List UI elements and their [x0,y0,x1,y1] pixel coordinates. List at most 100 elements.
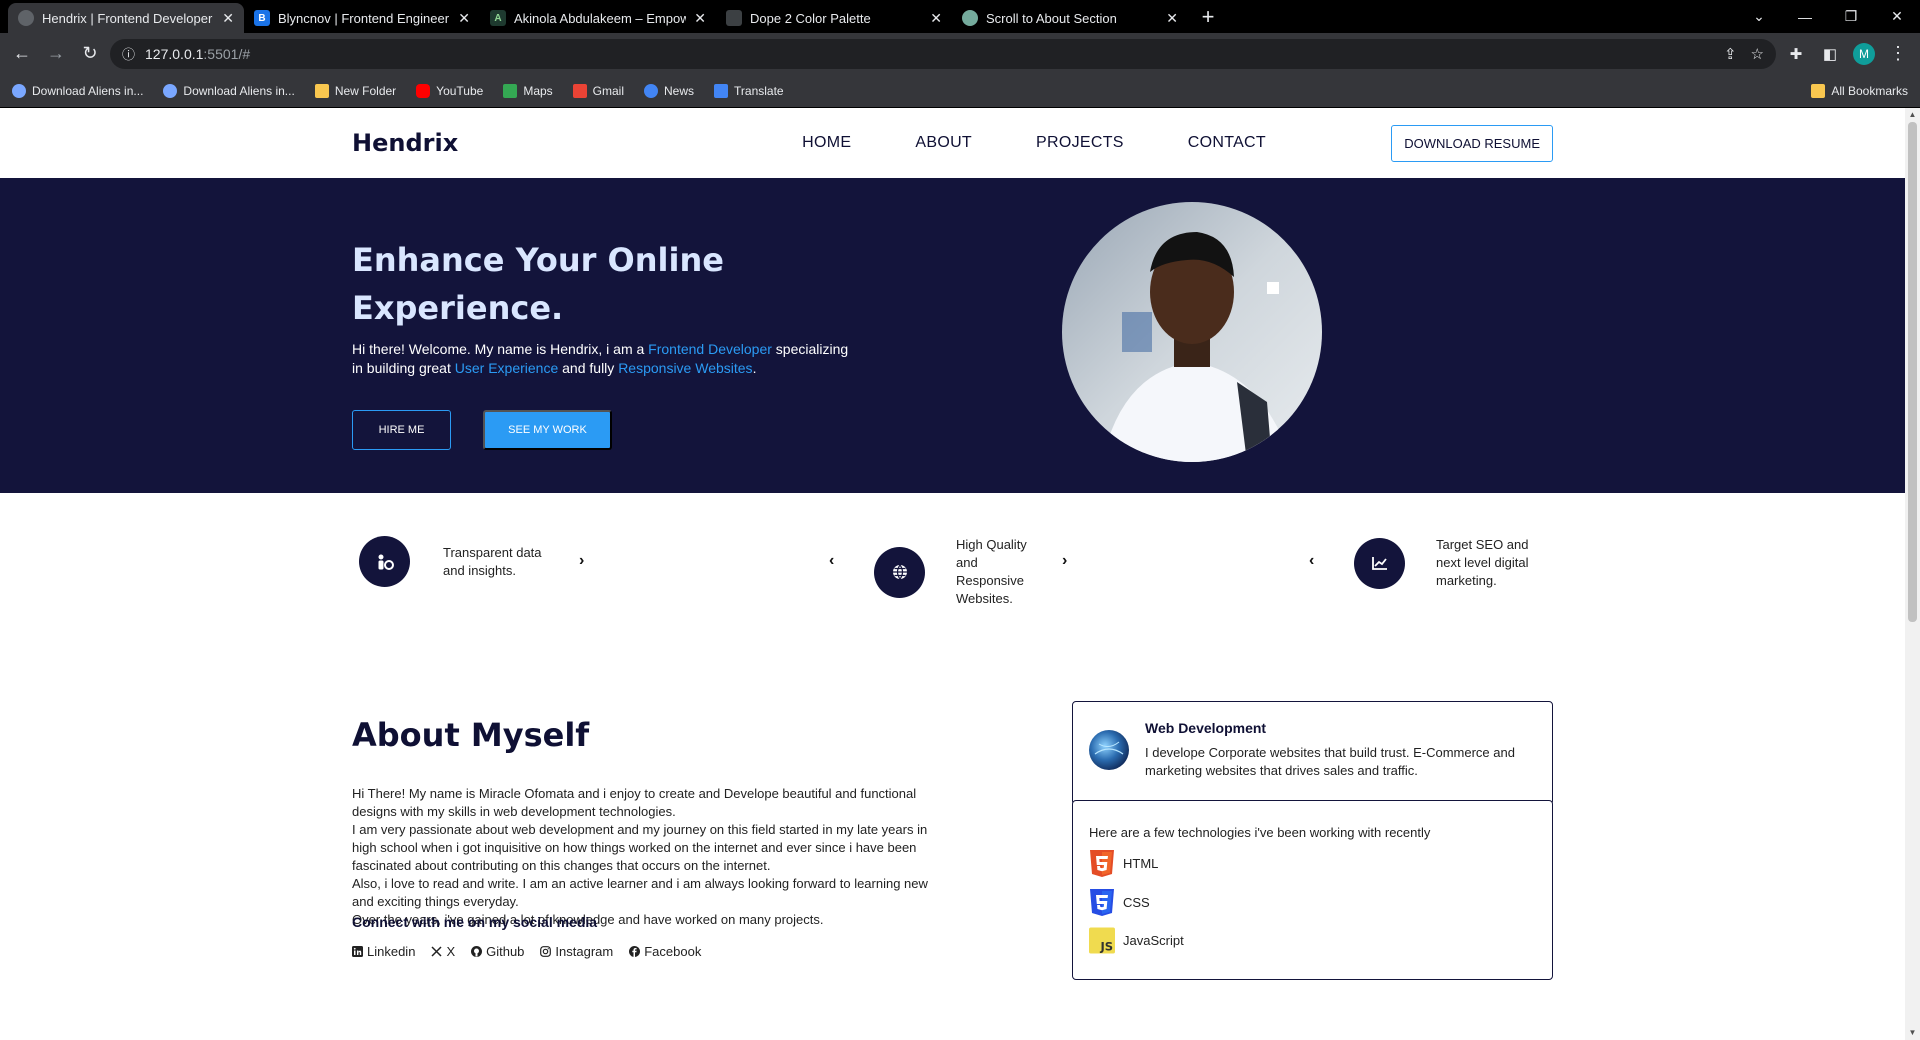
chevron-right-icon[interactable]: › [579,552,584,570]
app-icon [12,83,26,98]
window-close-icon[interactable]: ✕ [1874,0,1920,33]
tab-search-icon[interactable]: ⌄ [1736,0,1782,33]
close-icon[interactable]: ✕ [458,10,470,27]
bookmark-item[interactable]: Translate [714,83,784,98]
new-tab-button[interactable]: + [1194,3,1222,31]
nav-link-about[interactable]: ABOUT [915,134,972,152]
bookmark-label: Translate [734,83,784,98]
social-link-github[interactable]: Github [471,944,524,959]
palette-icon [726,10,742,26]
hire-me-button[interactable]: HIRE ME [352,410,451,450]
hero-section: Enhance Your Online Experience. Hi there… [0,178,1905,493]
chart-icon [1354,537,1405,589]
menu-kebab-icon[interactable]: ⋮ [1884,40,1912,68]
web-development-card: Web Development I develope Corporate web… [1072,701,1553,805]
browser-chrome: Hendrix | Frontend Developer ✕ B Blyncno… [0,0,1920,108]
card-title: Web Development [1145,720,1267,736]
chevron-left-icon[interactable]: ‹ [1309,552,1314,570]
hero-highlight-frontend: Frontend Developer [648,341,772,357]
youtube-icon [416,83,431,98]
tab-blyncnov[interactable]: B Blyncnov | Frontend Engineer ✕ [244,3,480,33]
bookmark-star-icon[interactable]: ☆ [1751,45,1764,63]
bookmark-item[interactable]: Gmail [572,83,625,98]
bookmark-item[interactable]: Download Aliens in... [12,83,143,98]
site-logo[interactable]: Hendrix [352,129,458,157]
social-link-linkedin[interactable]: Linkedin [352,944,415,959]
tech-item-javascript: JS JavaScript [1089,926,1184,954]
see-my-work-button[interactable]: SEE MY WORK [483,410,612,450]
reload-icon[interactable]: ↻ [76,40,104,68]
about-paragraph: I am very passionate about web developme… [352,822,928,873]
card-description: I develope Corporate websites that build… [1145,745,1515,778]
download-resume-button[interactable]: DOWNLOAD RESUME [1391,124,1553,162]
bookmark-item[interactable]: New Folder [314,83,397,98]
close-icon[interactable]: ✕ [694,10,706,27]
side-panel-icon[interactable]: ◧ [1816,40,1844,68]
address-bar[interactable]: ⓘ 127.0.0.1:5501/# ⇪ ☆ [110,38,1776,69]
profile-avatar[interactable]: M [1850,40,1878,68]
all-bookmarks[interactable]: All Bookmarks [1811,83,1908,98]
back-icon[interactable]: ← [8,40,36,68]
about-section: About Myself Hi There! My name is Miracl… [0,628,1905,1040]
restore-icon[interactable]: ❐ [1828,0,1874,33]
facebook-icon [629,946,641,957]
bookmark-label: News [664,83,695,98]
nav-link-projects[interactable]: PROJECTS [1036,134,1124,152]
hero-highlight-responsive: Responsive Websites [618,360,753,376]
close-icon[interactable]: ✕ [930,10,942,27]
chevron-left-icon[interactable]: ‹ [829,552,834,570]
tab-title: Hendrix | Frontend Developer [42,10,213,26]
scroll-down-icon[interactable]: ▼ [1905,1026,1920,1040]
instagram-icon [540,946,552,957]
bookmark-label: New Folder [334,83,397,98]
about-paragraph: Also, i love to read and write. I am an … [352,876,928,909]
connect-heading: Connect with me on my social media [352,914,598,930]
tab-dope-palette[interactable]: Dope 2 Color Palette ✕ [716,3,952,33]
social-link-facebook[interactable]: Facebook [629,944,701,959]
feature-item: High Quality and Responsive Websites. [874,536,1036,608]
profile-initial: M [1853,42,1875,65]
window-controls: ⌄ — ❐ ✕ [1736,0,1920,33]
chevron-right-icon[interactable]: › [1062,552,1067,570]
profile-photo [1062,202,1322,462]
scroll-up-icon[interactable]: ▲ [1905,108,1920,122]
close-icon[interactable]: ✕ [222,10,234,27]
tab-akinola[interactable]: A Akinola Abdulakeem – Empower ✕ [480,3,716,33]
forward-icon[interactable]: → [42,40,70,68]
technologies-card: Here are a few technologies i've been wo… [1072,800,1553,980]
site-header: Hendrix HOME ABOUT PROJECTS CONTACT DOWN… [0,108,1905,178]
bookmark-label: Gmail [592,83,625,98]
social-links: Linkedin X Github Instagram Facebook [352,944,701,959]
tab-scroll-about[interactable]: Scroll to About Section ✕ [952,3,1188,33]
minimize-icon[interactable]: — [1782,0,1828,33]
social-link-instagram[interactable]: Instagram [540,944,613,959]
share-icon[interactable]: ⇪ [1724,45,1737,63]
social-link-x[interactable]: X [431,944,455,959]
extensions-icon[interactable]: ✚ [1782,40,1810,68]
bookmark-label: YouTube [436,83,484,98]
akinola-favicon-icon: A [490,10,506,26]
close-icon[interactable]: ✕ [1166,10,1178,27]
page-scrollbar[interactable]: ▲ ▼ [1905,108,1920,1040]
feature-item: Transparent data and insights. [359,536,563,587]
browser-toolbar: ← → ↻ ⓘ 127.0.0.1:5501/# ⇪ ☆ ✚ ◧ M ⋮ [0,33,1920,74]
nav-link-home[interactable]: HOME [802,134,851,152]
bookmark-item[interactable]: News [644,83,695,98]
tab-hendrix[interactable]: Hendrix | Frontend Developer ✕ [8,3,244,33]
globe-icon [874,546,925,598]
bookmarks-bar: Download Aliens in... Download Aliens in… [0,74,1920,108]
css3-icon [1089,888,1115,916]
about-title: About Myself [352,716,590,754]
web-development-icon [1089,730,1129,770]
bookmark-item[interactable]: Maps [503,83,553,98]
nav-link-contact[interactable]: CONTACT [1188,134,1266,152]
scrollbar-thumb[interactable] [1908,122,1917,622]
site-info-icon[interactable]: ⓘ [122,44,135,63]
page-viewport: Hendrix HOME ABOUT PROJECTS CONTACT DOWN… [0,108,1905,1040]
hero-highlight-ux: User Experience [454,360,559,376]
social-label: Facebook [644,944,702,959]
bookmark-item[interactable]: Download Aliens in... [163,83,295,98]
bookmark-item[interactable]: YouTube [416,83,484,98]
tech-label: CSS [1123,894,1150,910]
app-icon [163,83,178,98]
